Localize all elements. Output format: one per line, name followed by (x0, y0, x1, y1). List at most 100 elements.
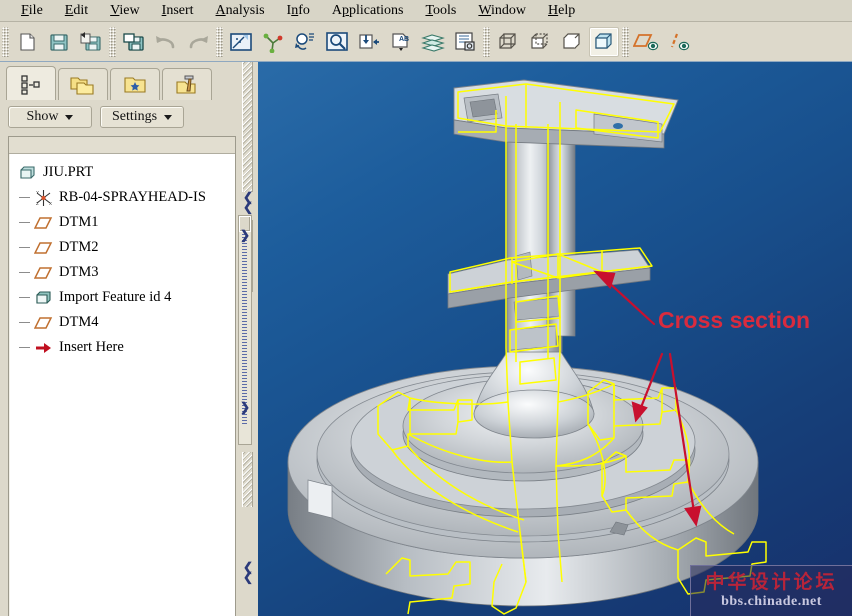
datum-plane-icon (31, 216, 57, 230)
menu-view[interactable]: View (99, 2, 151, 20)
model-tree-icon[interactable] (6, 66, 56, 100)
watermark-chinese-text: 中华设计论坛 (705, 572, 837, 594)
hidden-line-icon[interactable] (525, 27, 555, 57)
svg-text:AB: AB (399, 36, 409, 43)
tree-branch-line (9, 260, 31, 285)
part-icon (15, 165, 41, 181)
application-window: File Edit View Insert Analysis Info Appl… (0, 0, 852, 616)
zoom-in-icon[interactable] (322, 27, 352, 57)
save-window-icon[interactable] (119, 27, 149, 57)
datum-plane-icon (31, 241, 57, 255)
splitter-grip-bottom[interactable] (242, 452, 253, 507)
menu-insert[interactable]: Insert (151, 2, 205, 20)
reorient-icon[interactable] (290, 27, 320, 57)
navigator-panel: Show Settings JIU.PRT (0, 62, 238, 616)
cross-section-annotation: Cross section (658, 307, 810, 334)
spin-center-icon[interactable] (258, 27, 288, 57)
tree-item-label: Import Feature id 4 (57, 289, 171, 306)
import-feature-icon (31, 290, 57, 306)
settings-button[interactable]: Settings (100, 106, 184, 128)
chevron-left-icon[interactable]: ❮ (243, 572, 253, 582)
folders-icon[interactable] (58, 68, 108, 100)
svg-text:Y: Y (36, 190, 39, 195)
model-tree-header (9, 137, 235, 154)
tree-item-label: DTM1 (57, 214, 98, 231)
splitter-collapse-top[interactable]: ❮ ❮ (241, 192, 255, 212)
chevron-down-icon (164, 115, 172, 120)
save-icon[interactable] (44, 27, 74, 57)
model-tree[interactable]: JIU.PRT Y X Z RB-04-SPRAYHEAD-IS (8, 136, 236, 616)
tree-branch-line (9, 285, 31, 310)
model-player-icon[interactable] (450, 27, 480, 57)
favorites-folder-icon[interactable] (110, 68, 160, 100)
tree-item-dtm1[interactable]: DTM1 (9, 210, 235, 235)
repaint-icon[interactable] (226, 27, 256, 57)
tree-item-dtm3[interactable]: DTM3 (9, 260, 235, 285)
scroll-up-arrow[interactable]: ❯ (240, 228, 250, 242)
navigator-tabs (6, 66, 214, 100)
tree-item-label: DTM4 (57, 314, 98, 331)
menu-info[interactable]: Info (276, 2, 321, 20)
splitter-collapse-bottom[interactable]: ❮ ❮ (241, 562, 255, 582)
toolbar-grip[interactable] (483, 27, 490, 57)
tree-branch-line (9, 210, 31, 235)
menu-help[interactable]: Help (537, 2, 586, 20)
undo-icon[interactable] (151, 27, 181, 57)
graphics-viewport[interactable]: Cross section 中华设计论坛 bbs.chinade.net (258, 62, 852, 616)
menu-tools[interactable]: Tools (414, 2, 467, 20)
no-hidden-icon[interactable] (557, 27, 587, 57)
datum-plane-icon[interactable] (632, 27, 662, 57)
menu-bar: File Edit View Insert Analysis Info Appl… (0, 0, 852, 22)
tree-item-label: JIU.PRT (41, 164, 93, 181)
layers-icon[interactable] (418, 27, 448, 57)
tree-branch-line (9, 235, 31, 260)
tree-item-label: DTM3 (57, 264, 98, 281)
cad-model-render (258, 62, 852, 616)
navigator-buttons: Show Settings (8, 106, 184, 128)
forum-watermark: 中华设计论坛 bbs.chinade.net (690, 565, 852, 616)
datum-plane-icon (31, 316, 57, 330)
scroll-down-arrow[interactable]: ❯ (240, 400, 250, 414)
saved-views-icon[interactable]: AB (386, 27, 416, 57)
svg-text:X: X (49, 201, 52, 206)
show-button[interactable]: Show (8, 106, 92, 128)
chevron-left-icon[interactable]: ❮ (243, 202, 253, 212)
toolbar-grip[interactable] (109, 27, 116, 57)
refit-icon[interactable] (354, 27, 384, 57)
wireframe-icon[interactable] (493, 27, 523, 57)
menu-analysis[interactable]: Analysis (205, 2, 276, 20)
watermark-url: bbs.chinade.net (721, 594, 822, 610)
tree-item-csys[interactable]: Y X Z RB-04-SPRAYHEAD-IS (9, 185, 235, 210)
datum-plane-icon (31, 266, 57, 280)
insert-here-icon (31, 341, 57, 355)
toolbar-grip[interactable] (216, 27, 223, 57)
splitter-grip-top[interactable] (242, 62, 253, 192)
settings-button-label: Settings (112, 109, 157, 125)
shading-icon[interactable] (589, 27, 619, 57)
datum-axis-icon[interactable] (664, 27, 694, 57)
menu-file[interactable]: File (10, 2, 54, 20)
show-button-label: Show (27, 109, 59, 125)
redo-icon[interactable] (183, 27, 213, 57)
scrollbar-track (242, 234, 247, 424)
tree-item-part[interactable]: JIU.PRT (9, 160, 235, 185)
tree-item-label: DTM2 (57, 239, 98, 256)
tree-item-import-feature[interactable]: Import Feature id 4 (9, 285, 235, 310)
svg-text:Z: Z (36, 201, 39, 206)
main-toolbar: AB (0, 22, 852, 62)
tree-branch-line (9, 185, 31, 210)
menu-applications[interactable]: Applications (321, 2, 415, 20)
toolbar-grip[interactable] (2, 27, 9, 57)
tools-folder-icon[interactable] (162, 68, 212, 100)
tree-item-dtm2[interactable]: DTM2 (9, 235, 235, 260)
save-as-icon[interactable] (76, 27, 106, 57)
model-tree-list: JIU.PRT Y X Z RB-04-SPRAYHEAD-IS (9, 154, 235, 360)
tree-branch-line (9, 310, 31, 335)
menu-edit[interactable]: Edit (54, 2, 99, 20)
chevron-down-icon (65, 115, 73, 120)
toolbar-grip[interactable] (622, 27, 629, 57)
tree-item-dtm4[interactable]: DTM4 (9, 310, 235, 335)
new-file-icon[interactable] (12, 27, 42, 57)
tree-item-insert-here[interactable]: Insert Here (9, 335, 235, 360)
menu-window[interactable]: Window (467, 2, 537, 20)
